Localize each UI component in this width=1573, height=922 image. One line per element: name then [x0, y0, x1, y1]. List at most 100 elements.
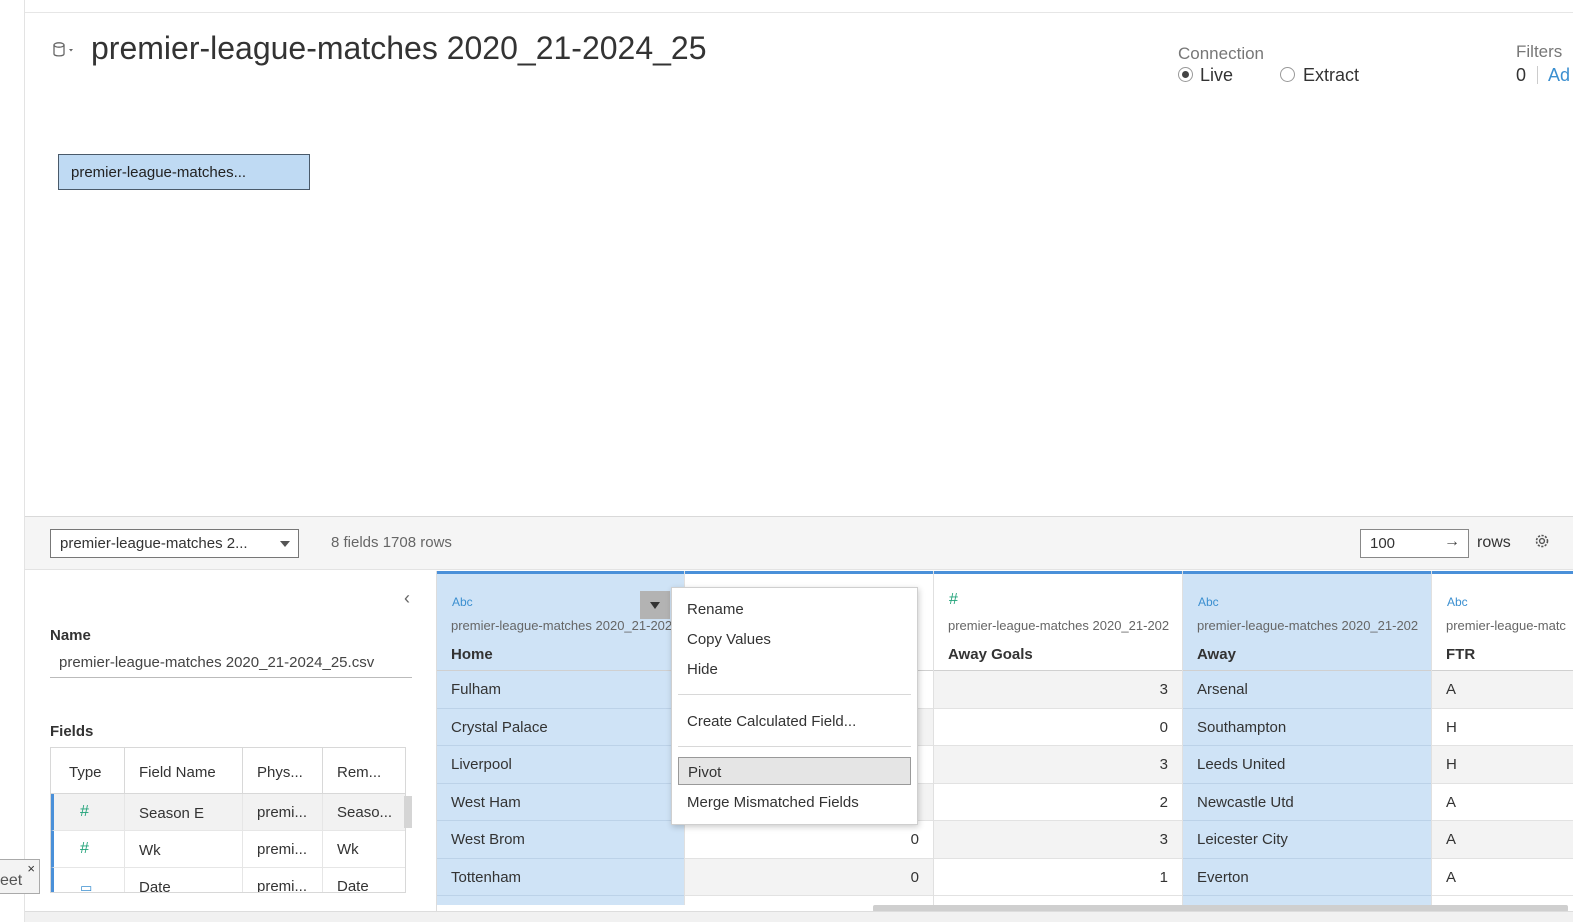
menu-divider [678, 746, 911, 747]
string-type-icon[interactable]: Abc [452, 595, 473, 609]
column-source: premier-league-matches 2020_21-202 [451, 618, 673, 633]
physical-table-cell: premi... [243, 868, 323, 892]
name-field[interactable]: premier-league-matches 2020_21-2024_25.c… [50, 646, 412, 678]
grid-cell[interactable]: Crystal Palace [437, 709, 684, 746]
number-type-icon[interactable]: # [54, 794, 125, 831]
column-name[interactable]: Away [1197, 646, 1236, 663]
grid-cell[interactable]: 1 [934, 859, 1182, 896]
grid-cell[interactable]: A [1432, 859, 1573, 896]
left-sidebar-strip [0, 0, 25, 922]
gear-icon[interactable] [1533, 532, 1551, 555]
add-filter-link[interactable]: Ad [1548, 65, 1570, 86]
number-type-icon[interactable]: # [54, 831, 125, 868]
connection-label: Connection [1178, 44, 1265, 63]
extract-label[interactable]: Extract [1303, 65, 1359, 86]
menu-item-create-calculated-field[interactable]: Create Calculated Field... [678, 707, 911, 735]
rows-input[interactable]: 100 → [1360, 529, 1469, 558]
grid-cell[interactable]: 3 [934, 746, 1182, 784]
column-away[interactable]: Abc premier-league-matches 2020_21-202 A… [1183, 571, 1432, 905]
grid-cell[interactable]: 0 [685, 821, 933, 859]
grid-cell[interactable]: Leicester City [1183, 821, 1431, 859]
string-type-icon[interactable]: Abc [1447, 595, 1468, 609]
name-label: Name [50, 627, 91, 644]
grid-cell[interactable]: Arsenal [1183, 671, 1431, 709]
live-label[interactable]: Live [1200, 65, 1233, 86]
datasource-title[interactable]: premier-league-matches 2020_21-2024_25 [91, 30, 707, 67]
grid-cell[interactable]: West Brom [437, 821, 684, 859]
canvas-table-chip[interactable]: premier-league-matches... [58, 154, 310, 190]
number-type-icon[interactable]: # [949, 591, 958, 609]
arrow-right-icon[interactable]: → [1444, 533, 1460, 551]
menu-item-hide[interactable]: Hide [678, 655, 911, 683]
fields-label: Fields [50, 723, 94, 740]
live-radio[interactable] [1178, 67, 1193, 82]
grid-cell[interactable]: Newcastle Utd [1183, 784, 1431, 821]
menu-item-pivot[interactable]: Pivot [678, 757, 911, 785]
sheet-tab-label: eet [0, 872, 23, 889]
extract-radio[interactable] [1280, 67, 1295, 82]
sheet-tab[interactable]: eet × [0, 859, 40, 894]
table-row[interactable]: # Wk premi... Wk [51, 831, 405, 868]
grid-cell[interactable]: 3 [934, 671, 1182, 709]
grid-cell[interactable]: Fulham [437, 671, 684, 709]
column-header[interactable]: # premier-league-matches 2020_21-202 Awa… [934, 571, 1182, 671]
grid-cell[interactable]: A [1432, 784, 1573, 821]
menu-divider [678, 694, 911, 695]
type-column-header[interactable]: Type [51, 748, 125, 794]
column-name[interactable]: FTR [1446, 646, 1475, 663]
column-header[interactable]: Abc premier-league-matches 2020_21-202 A… [1183, 571, 1431, 671]
grid-cell[interactable]: Leeds United [1183, 746, 1431, 784]
grid-cell[interactable]: H [1432, 709, 1573, 746]
grid-cell[interactable]: A [1432, 671, 1573, 709]
string-type-icon[interactable]: Abc [1198, 595, 1219, 609]
grid-cell[interactable]: A [1432, 821, 1573, 859]
grid-cell[interactable]: 0 [934, 709, 1182, 746]
field-name-cell[interactable]: Date [125, 868, 243, 892]
grid-cell[interactable]: Tottenham [437, 859, 684, 896]
close-icon[interactable]: × [27, 861, 35, 876]
fields-table-header: Type Field Name Phys... Rem... [51, 748, 405, 794]
data-grid: Abc premier-league-matches 2020_21-202 H… [437, 571, 1573, 911]
column-away-goals[interactable]: # premier-league-matches 2020_21-202 Awa… [934, 571, 1183, 905]
table-row[interactable]: # Season E premi... Seaso... [51, 794, 405, 831]
column-ftr[interactable]: Abc premier-league-matc FTR A H H A A A [1432, 571, 1573, 905]
column-menu-dropdown-icon[interactable] [640, 591, 670, 619]
menu-item-copy-values[interactable]: Copy Values [678, 625, 911, 653]
column-source: premier-league-matches 2020_21-202 [1197, 618, 1419, 633]
remote-field-column-header[interactable]: Rem... [323, 748, 405, 794]
field-name-column-header[interactable]: Field Name [125, 748, 243, 794]
grid-cell[interactable]: Liverpool [437, 746, 684, 784]
field-name-cell[interactable]: Wk [125, 831, 243, 868]
menu-item-rename[interactable]: Rename [678, 595, 911, 623]
remote-field-cell: Wk [337, 841, 359, 858]
database-icon[interactable] [52, 40, 78, 62]
collapse-panel-icon[interactable]: ‹ [404, 588, 410, 609]
column-header[interactable]: Abc premier-league-matches 2020_21-202 H… [437, 571, 684, 671]
column-source: premier-league-matches 2020_21-202 [948, 618, 1170, 633]
grid-cell[interactable]: Everton [1183, 859, 1431, 896]
filters-divider [1537, 66, 1538, 84]
column-header[interactable]: Abc premier-league-matc FTR [1432, 571, 1573, 671]
grid-cell[interactable]: H [1432, 746, 1573, 784]
fields-scrollbar[interactable] [404, 796, 412, 828]
grid-cell[interactable]: 2 [934, 784, 1182, 821]
table-select[interactable]: premier-league-matches 2... [50, 529, 299, 558]
physical-table-cell: premi... [243, 794, 323, 831]
column-name[interactable]: Home [451, 646, 493, 663]
rows-label: rows [1477, 534, 1511, 551]
field-name-cell[interactable]: Season E [125, 794, 243, 831]
grid-cell[interactable]: 0 [685, 858, 933, 896]
physical-table-column-header[interactable]: Phys... [243, 748, 323, 794]
grid-cell[interactable]: 3 [934, 821, 1182, 859]
remote-field-cell: Seaso... [337, 804, 393, 821]
grid-cell[interactable]: Southampton [1183, 709, 1431, 746]
grid-cell[interactable]: West Ham [437, 784, 684, 821]
chevron-down-icon [280, 541, 290, 547]
physical-table-cell: premi... [243, 831, 323, 868]
filters-label: Filters [1516, 42, 1563, 61]
table-row[interactable]: ▭ Date premi... Date [51, 868, 405, 892]
calendar-icon[interactable]: ▭ [54, 868, 125, 892]
menu-item-merge-mismatched-fields[interactable]: Merge Mismatched Fields [678, 788, 911, 816]
column-home[interactable]: Abc premier-league-matches 2020_21-202 H… [437, 571, 685, 905]
column-name[interactable]: Away Goals [948, 646, 1033, 663]
